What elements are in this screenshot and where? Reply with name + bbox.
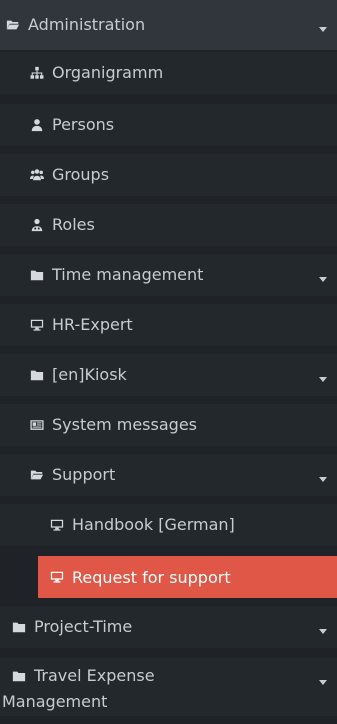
menu-request-support[interactable]: Request for support xyxy=(38,556,337,598)
menu-project-time-label: Project-Time xyxy=(34,617,133,636)
sidebar-nav: Administration Organigramm Persons Group… xyxy=(0,0,337,724)
menu-organigramm[interactable]: Organigramm xyxy=(0,52,337,94)
menu-travel-expense-label-2: Management xyxy=(2,692,108,711)
menu-groups-label: Groups xyxy=(52,165,110,184)
monitor-icon xyxy=(50,518,64,532)
menu-system-messages-label: System messages xyxy=(52,415,197,434)
menu-persons-label: Persons xyxy=(52,115,115,134)
menu-travel-expense[interactable]: Travel Expense Management xyxy=(0,658,337,716)
menu-handbook-label: Handbook [German] xyxy=(72,515,235,534)
menu-administration[interactable]: Administration xyxy=(0,0,337,50)
menu-hr-expert[interactable]: HR-Expert xyxy=(0,304,337,346)
menu-support-label: Support xyxy=(52,465,116,484)
folder-icon xyxy=(30,368,44,382)
menu-hr-expert-label: HR-Expert xyxy=(52,315,133,334)
menu-kiosk-label: [en]Kiosk xyxy=(52,365,127,384)
menu-time-management-label: Time management xyxy=(52,265,204,284)
folder-icon xyxy=(12,669,26,683)
menu-kiosk[interactable]: [en]Kiosk xyxy=(0,354,337,396)
monitor-icon xyxy=(30,318,44,332)
user-icon xyxy=(30,118,44,132)
user-tie-icon xyxy=(30,218,44,232)
chevron-down-icon[interactable] xyxy=(319,629,327,634)
menu-handbook[interactable]: Handbook [German] xyxy=(0,504,337,546)
menu-support[interactable]: Support xyxy=(0,454,337,496)
sitemap-icon xyxy=(30,66,44,80)
travel-expense-line2: Management xyxy=(2,692,107,712)
menu-project-time[interactable]: Project-Time xyxy=(0,606,337,648)
menu-persons[interactable]: Persons xyxy=(0,104,337,146)
chevron-down-icon[interactable] xyxy=(319,680,327,685)
folder-icon xyxy=(12,620,26,634)
chevron-down-icon[interactable] xyxy=(319,277,327,282)
folder-open-icon xyxy=(30,468,44,482)
menu-roles-label: Roles xyxy=(52,215,95,234)
menu-travel-expense-label: Travel Expense xyxy=(34,666,155,685)
menu-administration-label: Administration xyxy=(28,15,146,34)
chevron-down-icon[interactable] xyxy=(319,377,327,382)
folder-open-icon xyxy=(6,18,20,32)
menu-system-messages[interactable]: System messages xyxy=(0,404,337,446)
chevron-down-icon[interactable] xyxy=(319,27,327,32)
monitor-icon xyxy=(50,570,64,584)
menu-groups[interactable]: Groups xyxy=(0,154,337,196)
menu-request-support-label: Request for support xyxy=(72,567,231,587)
folder-icon xyxy=(30,268,44,282)
group-icon xyxy=(30,168,44,182)
menu-time-management[interactable]: Time management xyxy=(0,254,337,296)
menu-organigramm-label: Organigramm xyxy=(52,63,164,82)
menu-roles[interactable]: Roles xyxy=(0,204,337,246)
travel-expense-line1: Travel Expense xyxy=(12,666,155,686)
chevron-down-icon[interactable] xyxy=(319,477,327,482)
message-icon xyxy=(30,418,44,432)
